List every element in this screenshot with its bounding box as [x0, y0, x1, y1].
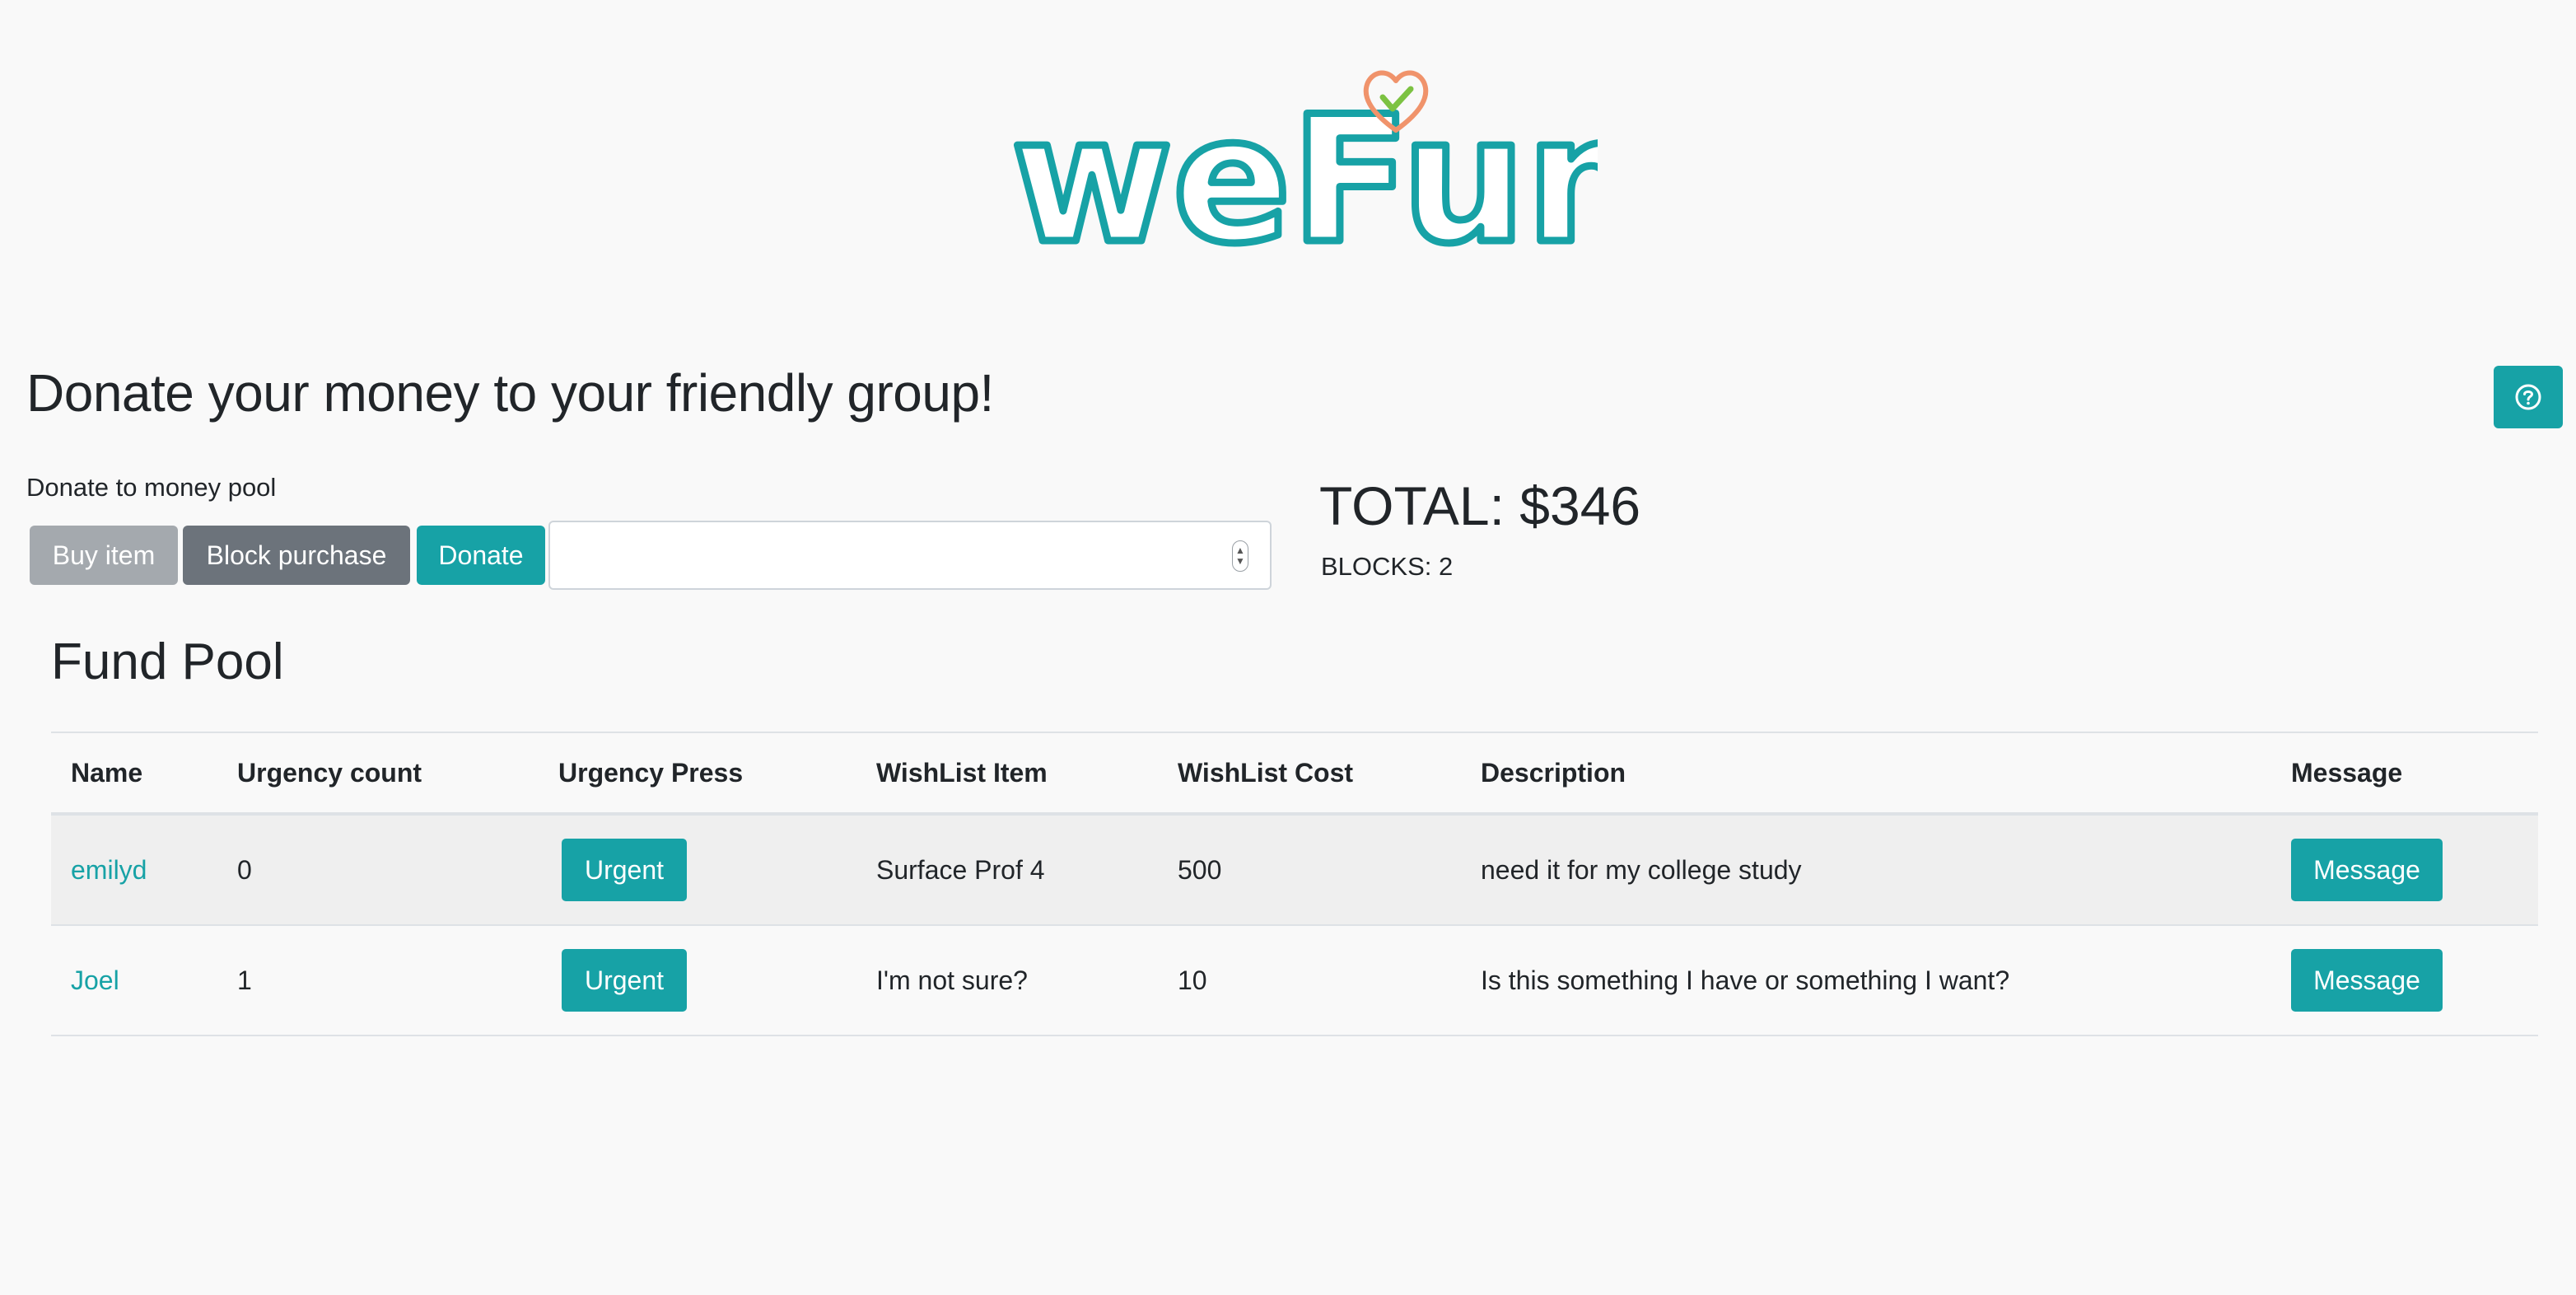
block-purchase-button[interactable]: Block purchase: [183, 526, 410, 585]
donation-amount-input[interactable]: ▲ ▼: [548, 521, 1272, 590]
description-cell: need it for my college study: [1481, 854, 1802, 885]
message-button[interactable]: Message: [2291, 839, 2443, 901]
blocks-count: BLOCKS: 2: [1321, 552, 1454, 581]
column-header-description: Description: [1481, 757, 1626, 788]
question-circle-icon: [2515, 384, 2541, 410]
message-cell: Message: [2291, 816, 2443, 924]
table-row: emilyd 0 Urgent Surface Prof 4 500 need …: [51, 816, 2538, 926]
number-spinner[interactable]: ▲ ▼: [1232, 540, 1248, 572]
member-name-link[interactable]: Joel: [71, 965, 119, 996]
description-cell: Is this something I have or something I …: [1481, 965, 2010, 995]
wishlist-cost-cell: 500: [1178, 854, 1222, 885]
donate-label: Donate to money pool: [26, 473, 277, 502]
member-name-link[interactable]: emilyd: [71, 855, 147, 886]
column-header-urgency-press: Urgency Press: [558, 757, 744, 788]
urgency-count-cell: 0: [237, 854, 252, 885]
buy-item-button[interactable]: Buy item: [30, 526, 178, 585]
logo-text: weFund: [1011, 78, 1598, 255]
wefund-logo: weFund: [1005, 58, 1779, 286]
urgent-button[interactable]: Urgent: [562, 949, 687, 1012]
wishlist-cost-cell: 10: [1178, 965, 1207, 995]
message-button[interactable]: Message: [2291, 949, 2443, 1012]
logo-graphic: weFund: [1008, 70, 1779, 286]
urgency-count-cell: 1: [237, 965, 252, 995]
urgency-press-cell: Urgent: [558, 926, 687, 1035]
wishlist-item-cell: I'm not sure?: [876, 965, 1028, 995]
help-button[interactable]: [2494, 366, 2563, 428]
wishlist-item-cell: Surface Prof 4: [876, 854, 1045, 885]
fund-pool-table: Name Urgency count Urgency Press WishLis…: [51, 732, 2538, 1036]
column-header-urgency-count: Urgency count: [237, 757, 422, 788]
message-cell: Message: [2291, 926, 2443, 1035]
table-row: Joel 1 Urgent I'm not sure? 10 Is this s…: [51, 926, 2538, 1036]
page-title: Donate your money to your friendly group…: [26, 363, 994, 423]
column-header-wishlist-item: WishList Item: [876, 757, 1048, 788]
total-amount: TOTAL: $346: [1319, 475, 1641, 536]
column-header-message: Message: [2291, 757, 2403, 788]
spinner-down-icon[interactable]: ▼: [1235, 556, 1245, 567]
urgency-press-cell: Urgent: [558, 816, 687, 924]
table-header-row: Name Urgency count Urgency Press WishLis…: [51, 733, 2538, 816]
name-cell: emilyd: [71, 816, 147, 924]
urgent-button[interactable]: Urgent: [562, 839, 687, 901]
column-header-name: Name: [71, 757, 143, 788]
fund-pool-title: Fund Pool: [51, 633, 284, 690]
column-header-wishlist-cost: WishList Cost: [1178, 757, 1354, 788]
name-cell: Joel: [71, 926, 119, 1035]
donate-button[interactable]: Donate: [417, 526, 545, 585]
page: weFund Donate your money to your friendl…: [0, 0, 2576, 1295]
